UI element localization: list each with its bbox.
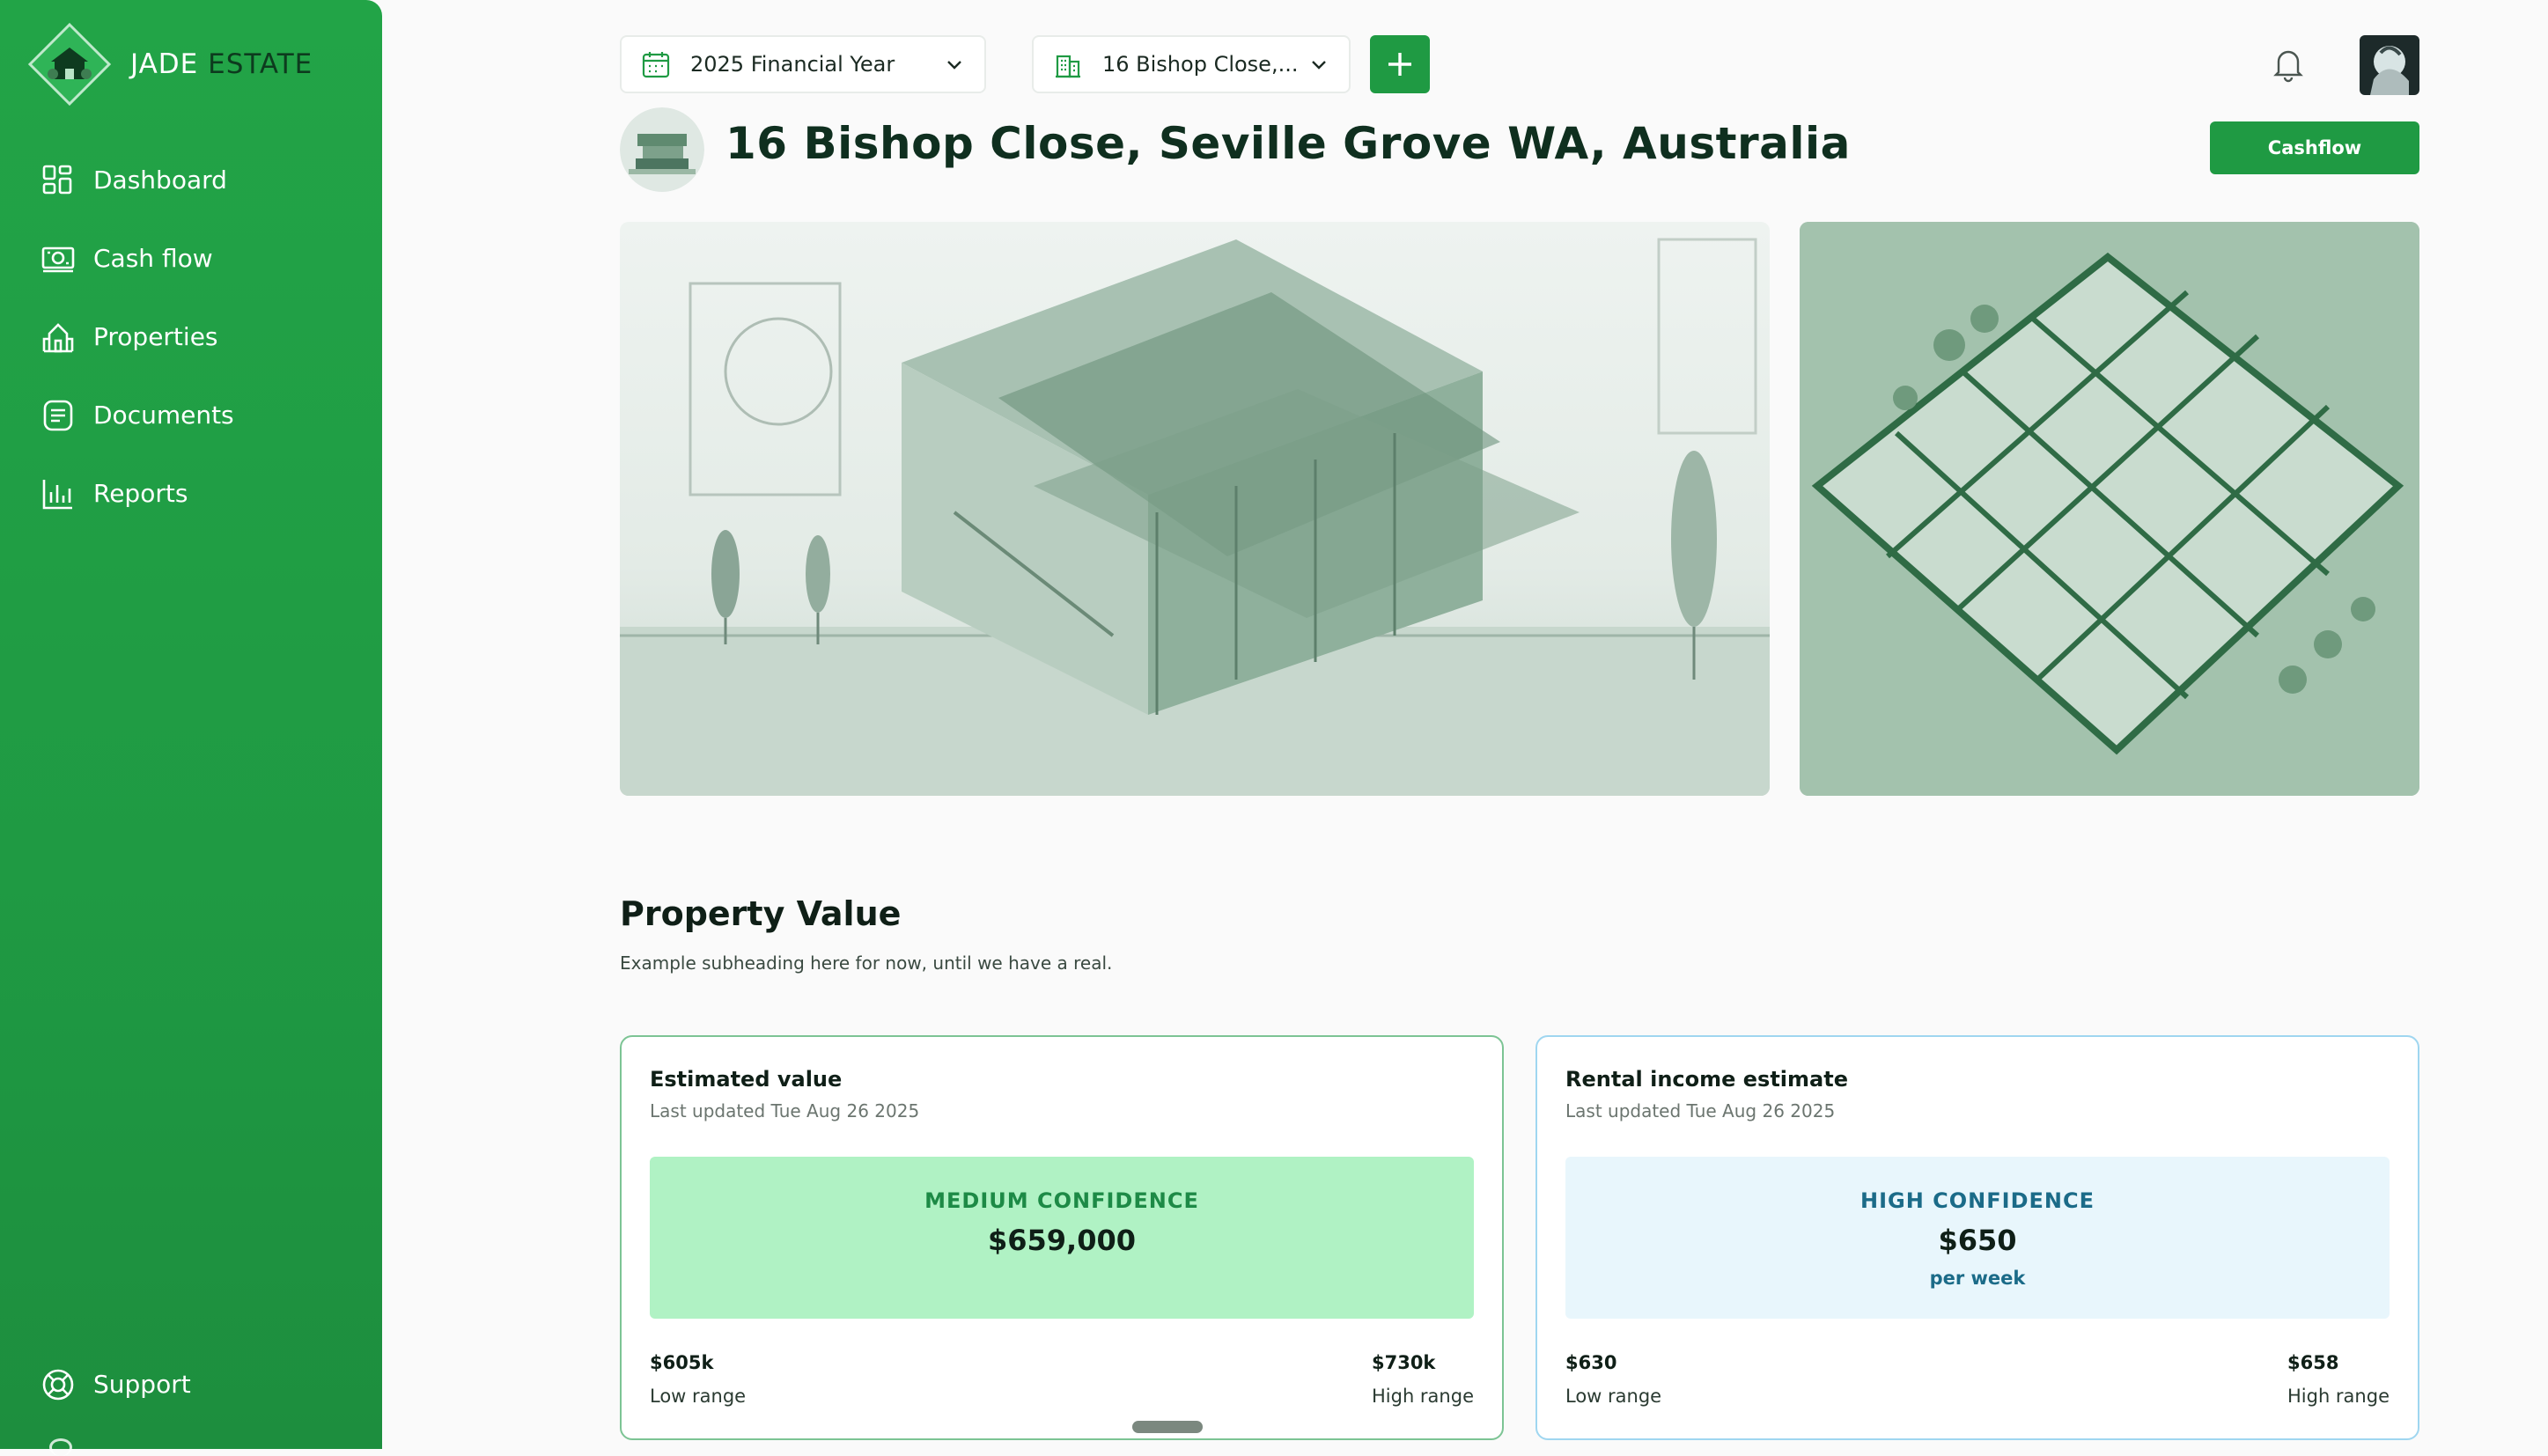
partial-nav-icon — [49, 1438, 72, 1456]
high-range-value: $658 — [2287, 1352, 2339, 1373]
high-range-label: High range — [2287, 1386, 2390, 1407]
lifebuoy-icon — [42, 1369, 74, 1400]
building-icon — [1056, 55, 1080, 78]
confidence-box: MEDIUM CONFIDENCE $659,000 — [650, 1157, 1474, 1319]
property-select[interactable]: 16 Bishop Close,... — [1032, 35, 1351, 93]
dashboard-icon — [42, 165, 72, 194]
properties-icon — [42, 322, 74, 352]
calendar-icon — [642, 52, 670, 78]
plus-icon — [1388, 53, 1411, 76]
sidebar-item-label: Properties — [93, 322, 218, 351]
sidebar-nav: Dashboard Cash flow Properties Documents — [41, 141, 234, 533]
cash-icon — [41, 246, 75, 272]
chevron-down-icon — [947, 61, 961, 70]
card-title: Rental income estimate — [1565, 1067, 1848, 1092]
rental-value: $650 — [1938, 1224, 2017, 1257]
property-select-value: 16 Bishop Close,... — [1102, 52, 1299, 77]
high-range-label: High range — [1371, 1386, 1474, 1407]
topbar: 2025 Financial Year 16 Bishop Close,... — [0, 0, 2548, 114]
estimated-value-card: Estimated value Last updated Tue Aug 26 … — [620, 1035, 1504, 1440]
page-title: 16 Bishop Close, Seville Grove WA, Austr… — [725, 118, 1851, 169]
bell-icon[interactable] — [2268, 44, 2309, 85]
low-range-value: $605k — [650, 1352, 714, 1373]
financial-year-select[interactable]: 2025 Financial Year — [620, 35, 986, 93]
chevron-down-icon — [1312, 61, 1326, 70]
high-range: $658 High range — [2287, 1352, 2390, 1407]
reports-icon — [42, 479, 72, 509]
low-range-label: Low range — [650, 1386, 747, 1407]
confidence-label: MEDIUM CONFIDENCE — [924, 1188, 1199, 1213]
documents-icon — [43, 400, 73, 430]
section-title: Property Value — [620, 894, 902, 933]
low-range-label: Low range — [1565, 1386, 1662, 1407]
sidebar-item-label: Cash flow — [93, 244, 213, 273]
card-title: Estimated value — [650, 1067, 843, 1092]
sidebar-item-cash-flow[interactable]: Cash flow — [41, 219, 234, 298]
user-avatar[interactable] — [2360, 35, 2419, 95]
confidence-label: HIGH CONFIDENCE — [1860, 1188, 2095, 1213]
sidebar: JADE ESTATE Dashboard Cash flow Properti… — [0, 0, 382, 1456]
sidebar-item-label: Reports — [93, 479, 188, 508]
sidebar-item-dashboard[interactable]: Dashboard — [41, 141, 234, 219]
estimated-value: $659,000 — [987, 1224, 1136, 1257]
high-range-value: $730k — [1371, 1352, 1436, 1373]
sidebar-item-label: Documents — [93, 401, 234, 430]
low-range: $630 Low range — [1565, 1352, 1661, 1407]
financial-year-value: 2025 Financial Year — [690, 52, 895, 77]
confidence-box: HIGH CONFIDENCE $650 per week — [1565, 1157, 2390, 1319]
section-subtitle: Example subheading here for now, until w… — [620, 952, 1113, 974]
property-thumbnail — [620, 107, 704, 192]
support-label: Support — [93, 1370, 191, 1399]
sidebar-item-documents[interactable]: Documents — [41, 376, 234, 454]
scroll-handle[interactable] — [1132, 1421, 1203, 1433]
last-updated: Last updated Tue Aug 26 2025 — [1565, 1100, 1836, 1121]
sidebar-item-reports[interactable]: Reports — [41, 454, 234, 533]
cashflow-button[interactable]: Cashflow — [2210, 121, 2419, 174]
add-button[interactable] — [1370, 35, 1430, 93]
rental-estimate-card: Rental income estimate Last updated Tue … — [1535, 1035, 2419, 1440]
sidebar-item-label: Dashboard — [93, 165, 227, 195]
sidebar-item-support[interactable]: Support — [41, 1345, 191, 1423]
low-range: $605k Low range — [650, 1352, 746, 1407]
sidebar-item-properties[interactable]: Properties — [41, 298, 234, 376]
high-range: $730k High range — [1372, 1352, 1474, 1407]
rental-period: per week — [1929, 1268, 2026, 1289]
property-exterior-image — [620, 222, 1770, 796]
last-updated: Last updated Tue Aug 26 2025 — [650, 1100, 920, 1121]
low-range-value: $630 — [1565, 1352, 1617, 1373]
floor-plan-image — [1800, 222, 2419, 796]
